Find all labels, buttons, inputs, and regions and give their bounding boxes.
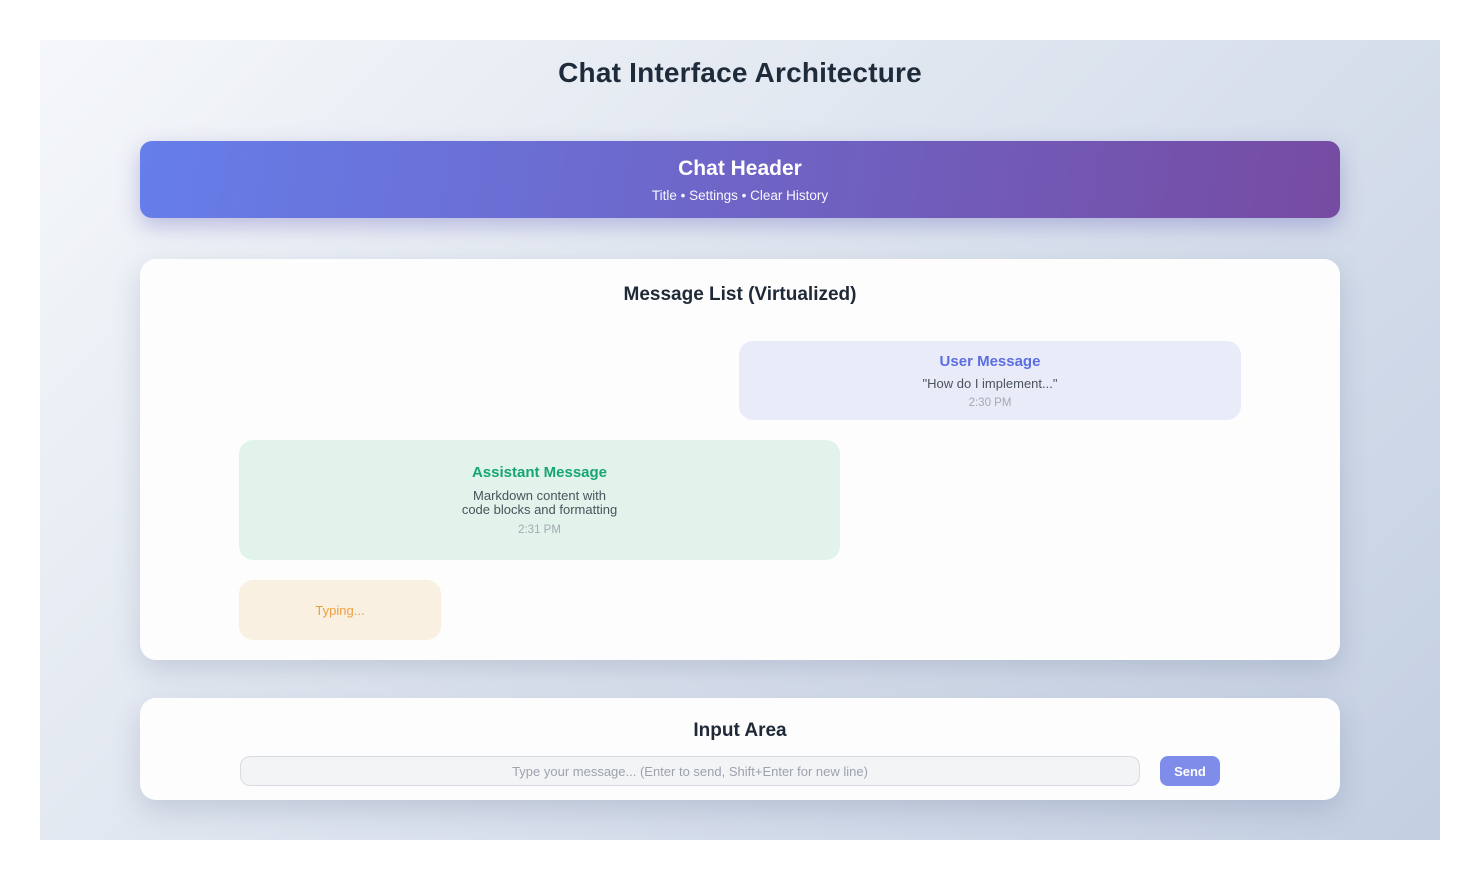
chat-header-title: Chat Header bbox=[678, 157, 802, 181]
user-message-timestamp: 2:30 PM bbox=[969, 397, 1012, 409]
chat-header-subtitle: Title • Settings • Clear History bbox=[652, 188, 828, 203]
chat-header-box: Chat Header Title • Settings • Clear His… bbox=[140, 141, 1340, 218]
assistant-message-text-line1: Markdown content with bbox=[462, 488, 617, 503]
assistant-message-bubble: Assistant Message Markdown content with … bbox=[239, 440, 840, 560]
message-input[interactable] bbox=[240, 756, 1140, 786]
page-title: Chat Interface Architecture bbox=[140, 40, 1340, 89]
message-list-panel: Message List (Virtualized) User Message … bbox=[140, 259, 1340, 660]
user-message-text: "How do I implement..." bbox=[923, 376, 1058, 391]
message-list: User Message "How do I implement..." 2:3… bbox=[239, 341, 1241, 640]
typing-indicator-bubble: Typing... bbox=[239, 580, 441, 640]
typing-indicator-label: Typing... bbox=[315, 603, 364, 618]
content-column: Chat Interface Architecture Chat Header … bbox=[140, 40, 1340, 800]
user-message-bubble: User Message "How do I implement..." 2:3… bbox=[739, 341, 1241, 420]
assistant-message-text-line2: code blocks and formatting bbox=[462, 502, 617, 517]
input-area-title: Input Area bbox=[140, 720, 1340, 742]
send-button[interactable]: Send bbox=[1160, 756, 1220, 786]
input-area-panel: Input Area Send bbox=[140, 698, 1340, 800]
assistant-message-timestamp: 2:31 PM bbox=[518, 524, 561, 536]
assistant-message-label: Assistant Message bbox=[472, 464, 607, 481]
user-message-label: User Message bbox=[940, 353, 1041, 370]
page-background: Chat Interface Architecture Chat Header … bbox=[40, 40, 1440, 840]
input-row: Send bbox=[240, 756, 1220, 786]
message-list-title: Message List (Virtualized) bbox=[239, 284, 1241, 306]
